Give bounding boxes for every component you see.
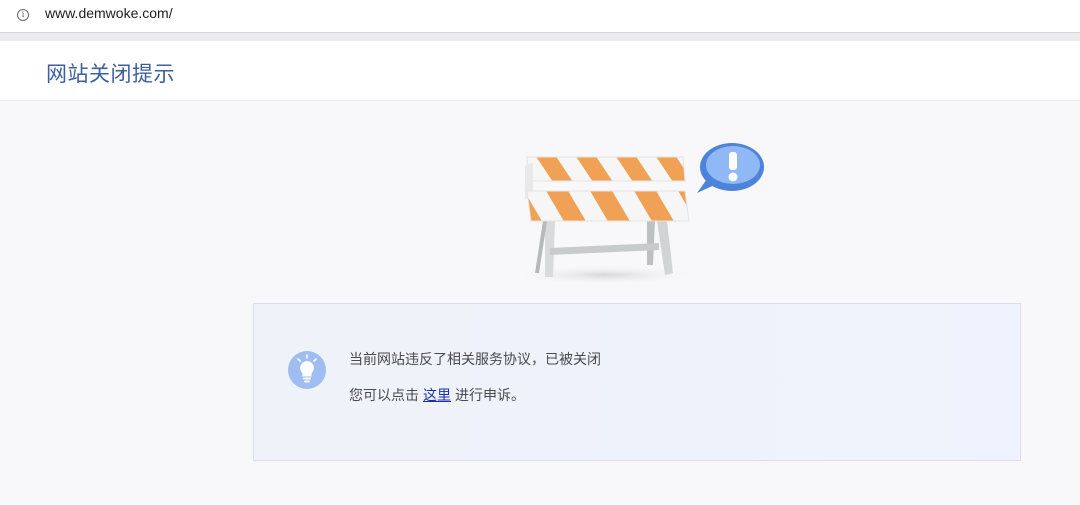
appeal-message: 您可以点击 这里 进行申诉。	[349, 385, 525, 405]
page-header: 网站关闭提示	[0, 41, 1080, 101]
appeal-suffix: 进行申诉。	[455, 388, 525, 404]
appeal-prefix: 您可以点击	[349, 388, 419, 404]
road-barrier-icon	[510, 143, 764, 285]
closure-message: 当前网站违反了相关服务协议，已被关闭	[349, 352, 601, 368]
info-icon[interactable]: i	[17, 9, 29, 21]
lightbulb-icon	[288, 351, 326, 389]
appeal-link[interactable]: 这里	[423, 388, 451, 404]
exclamation-bubble-icon	[697, 143, 764, 193]
url-text[interactable]: www.demwoke.com/	[45, 5, 173, 21]
address-bar[interactable]: i www.demwoke.com/	[0, 0, 1080, 33]
browser-divider	[0, 33, 1080, 41]
notice-box: 当前网站违反了相关服务协议，已被关闭 您可以点击 这里 进行申诉。	[253, 303, 1021, 461]
page-title: 网站关闭提示	[46, 62, 175, 86]
